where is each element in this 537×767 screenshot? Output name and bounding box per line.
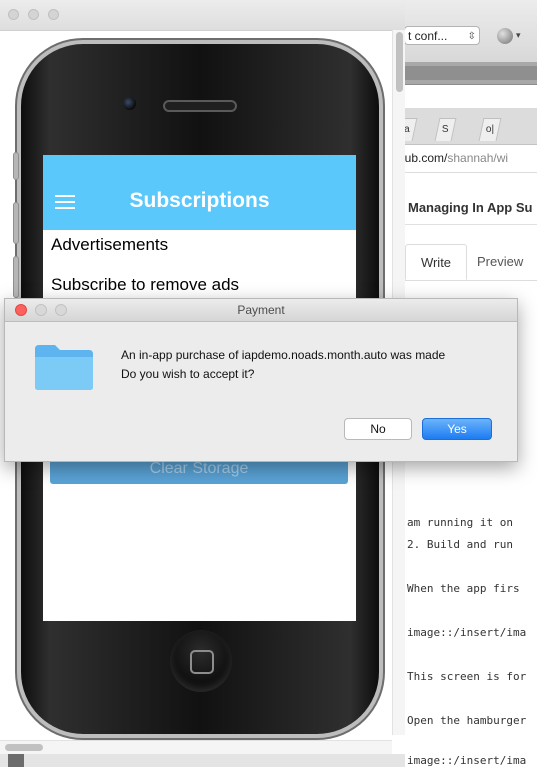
editor-tabs: Write Preview xyxy=(405,244,537,281)
yes-button[interactable]: Yes xyxy=(422,418,492,440)
zoom-window-icon[interactable] xyxy=(48,9,59,20)
hamburger-menu-icon[interactable] xyxy=(55,195,75,209)
horizontal-scrollbar[interactable] xyxy=(0,740,392,755)
browser-tab-label: o| xyxy=(485,124,495,135)
browser-tab[interactable]: o| xyxy=(478,118,502,141)
address-bar[interactable]: hub.com/shannah/wi xyxy=(395,144,537,173)
chevron-down-icon[interactable]: ▾ xyxy=(516,30,521,41)
dialog-message-line1: An in-app purchase of iapdemo.noads.mont… xyxy=(121,348,446,362)
browser-tab[interactable]: S xyxy=(434,118,457,141)
tab-preview[interactable]: Preview xyxy=(477,244,523,280)
markdown-line: When the app firs xyxy=(407,582,520,595)
browser-tab-strip: ja S o| xyxy=(395,108,537,145)
browser-select[interactable]: t conf... ⇳ xyxy=(404,26,480,45)
volume-up-button xyxy=(13,202,19,244)
simulator-bottom-bar xyxy=(0,754,405,767)
home-button[interactable] xyxy=(170,630,232,692)
app-title-bar: Subscriptions xyxy=(43,155,356,230)
no-button[interactable]: No xyxy=(344,418,412,440)
subscribe-label: Subscribe to remove ads xyxy=(51,275,240,294)
dialog-title: Payment xyxy=(237,303,285,317)
advertisements-label: Advertisements xyxy=(51,235,169,254)
volume-down-button xyxy=(13,256,19,298)
select-arrows-icon: ⇳ xyxy=(467,31,476,42)
markdown-line: Open the hamburger xyxy=(407,714,527,727)
mute-switch xyxy=(13,152,19,180)
page-title: Managing In App Su xyxy=(395,192,537,225)
dialog-titlebar: Payment xyxy=(5,299,517,322)
url-host: hub.com/ xyxy=(398,151,448,165)
earpiece-speaker xyxy=(163,100,237,112)
markdown-line: image::/insert/ima xyxy=(407,754,527,767)
simulator-titlebar xyxy=(0,0,405,31)
browser-toolbar: t conf... ⇳ ▾ xyxy=(395,0,537,63)
markdown-line: image::/insert/ima xyxy=(407,626,527,639)
markdown-line: 2. Build and run xyxy=(407,538,513,551)
browser-tab-label: S xyxy=(441,124,449,135)
minimize-window-icon[interactable] xyxy=(28,9,39,20)
browser-toolbar-secondary xyxy=(395,62,537,85)
vertical-scroll-thumb[interactable] xyxy=(396,32,403,92)
app-title: Subscriptions xyxy=(129,189,270,212)
close-window-icon[interactable] xyxy=(8,9,19,20)
markdown-line: This screen is for xyxy=(407,670,527,683)
front-camera-icon xyxy=(123,97,136,110)
globe-icon[interactable] xyxy=(497,28,513,44)
browser-select-label: t conf... xyxy=(408,29,448,43)
tab-write[interactable]: Write xyxy=(405,244,467,280)
dialog-message-line2: Do you wish to accept it? xyxy=(121,367,255,381)
payment-dialog: Payment An in-app purchase of iapdemo.no… xyxy=(4,298,518,462)
home-square-icon xyxy=(190,650,214,674)
folder-icon xyxy=(35,345,93,390)
url-path: shannah/wi xyxy=(447,151,509,165)
horizontal-scroll-thumb[interactable] xyxy=(5,744,43,751)
markdown-line: am running it on xyxy=(407,516,513,529)
